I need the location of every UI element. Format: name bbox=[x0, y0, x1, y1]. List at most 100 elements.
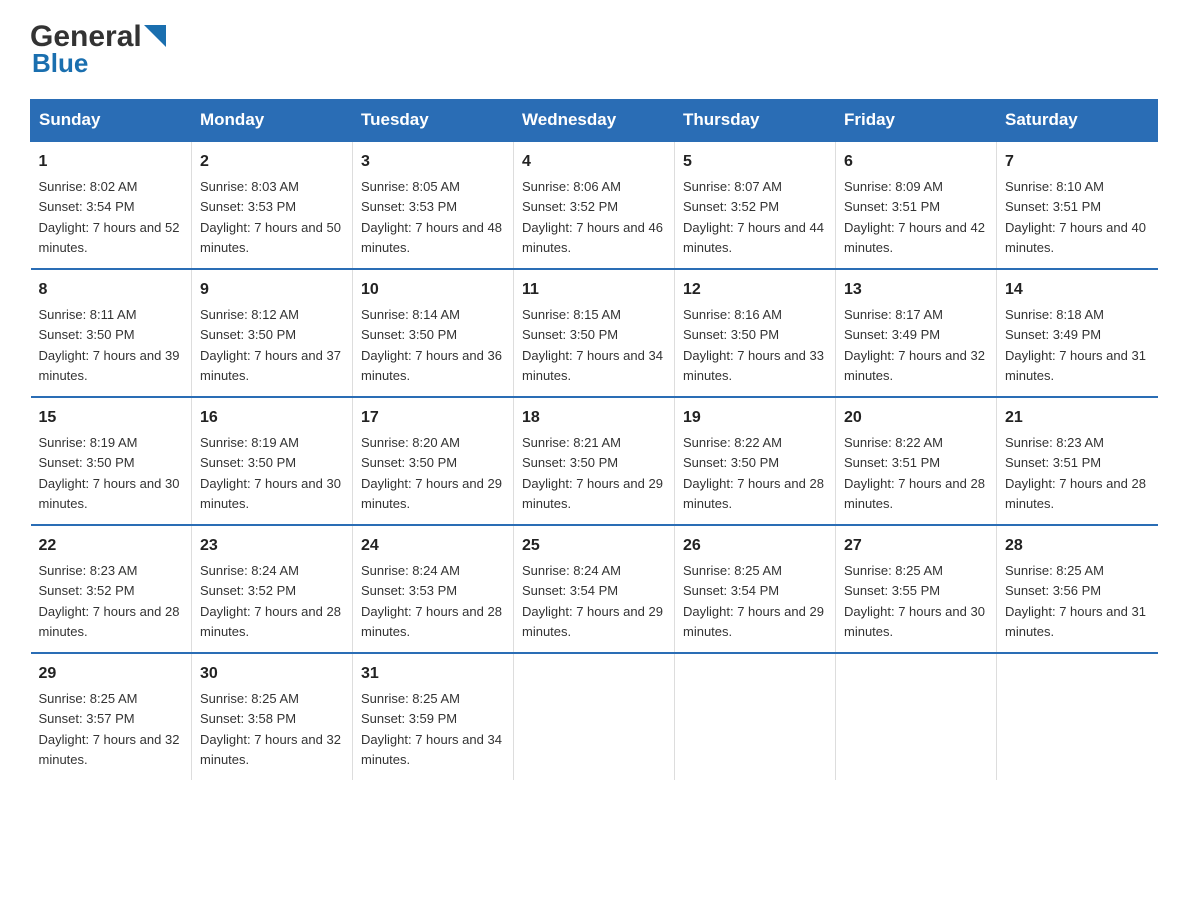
calendar-week-row: 1 Sunrise: 8:02 AMSunset: 3:54 PMDaylight… bbox=[31, 141, 1158, 269]
calendar-cell: 14Sunrise: 8:18 AMSunset: 3:49 PMDayligh… bbox=[997, 269, 1158, 397]
day-number: 3 bbox=[361, 150, 505, 174]
day-info: Sunrise: 8:20 AMSunset: 3:50 PMDaylight:… bbox=[361, 435, 502, 511]
day-number: 5 bbox=[683, 150, 827, 174]
day-number: 12 bbox=[683, 278, 827, 302]
header-sunday: Sunday bbox=[31, 100, 192, 142]
day-info: Sunrise: 8:06 AMSunset: 3:52 PMDaylight:… bbox=[522, 179, 663, 255]
day-info: Sunrise: 8:14 AMSunset: 3:50 PMDaylight:… bbox=[361, 307, 502, 383]
calendar-cell: 17Sunrise: 8:20 AMSunset: 3:50 PMDayligh… bbox=[353, 397, 514, 525]
calendar-cell: 9 Sunrise: 8:12 AMSunset: 3:50 PMDaylight… bbox=[192, 269, 353, 397]
day-number: 25 bbox=[522, 534, 666, 558]
calendar-cell: 31 Sunrise: 8:25 AMSunset: 3:59 PMDayligh… bbox=[353, 653, 514, 780]
calendar-cell: 28 Sunrise: 8:25 AMSunset: 3:56 PMDayligh… bbox=[997, 525, 1158, 653]
logo-blue: Blue bbox=[32, 48, 88, 79]
day-number: 26 bbox=[683, 534, 827, 558]
calendar-cell: 10 Sunrise: 8:14 AMSunset: 3:50 PMDayligh… bbox=[353, 269, 514, 397]
calendar-cell: 13Sunrise: 8:17 AMSunset: 3:49 PMDayligh… bbox=[836, 269, 997, 397]
calendar-table: SundayMondayTuesdayWednesdayThursdayFrid… bbox=[30, 99, 1158, 780]
page-header: General Blue bbox=[30, 20, 1158, 79]
day-number: 28 bbox=[1005, 534, 1150, 558]
day-info: Sunrise: 8:22 AMSunset: 3:50 PMDaylight:… bbox=[683, 435, 824, 511]
day-number: 2 bbox=[200, 150, 344, 174]
calendar-cell: 23Sunrise: 8:24 AMSunset: 3:52 PMDayligh… bbox=[192, 525, 353, 653]
day-info: Sunrise: 8:12 AMSunset: 3:50 PMDaylight:… bbox=[200, 307, 341, 383]
day-info: Sunrise: 8:11 AMSunset: 3:50 PMDaylight:… bbox=[39, 307, 180, 383]
calendar-cell: 16 Sunrise: 8:19 AMSunset: 3:50 PMDayligh… bbox=[192, 397, 353, 525]
day-number: 20 bbox=[844, 406, 988, 430]
calendar-cell: 19 Sunrise: 8:22 AMSunset: 3:50 PMDayligh… bbox=[675, 397, 836, 525]
day-number: 30 bbox=[200, 662, 344, 686]
calendar-cell: 8 Sunrise: 8:11 AMSunset: 3:50 PMDaylight… bbox=[31, 269, 192, 397]
day-info: Sunrise: 8:25 AMSunset: 3:57 PMDaylight:… bbox=[39, 691, 180, 767]
day-number: 18 bbox=[522, 406, 666, 430]
calendar-cell: 3 Sunrise: 8:05 AMSunset: 3:53 PMDaylight… bbox=[353, 141, 514, 269]
logo-triangle-icon bbox=[144, 25, 166, 47]
calendar-week-row: 8 Sunrise: 8:11 AMSunset: 3:50 PMDaylight… bbox=[31, 269, 1158, 397]
header-monday: Monday bbox=[192, 100, 353, 142]
header-saturday: Saturday bbox=[997, 100, 1158, 142]
day-number: 9 bbox=[200, 278, 344, 302]
day-info: Sunrise: 8:23 AMSunset: 3:51 PMDaylight:… bbox=[1005, 435, 1146, 511]
header-friday: Friday bbox=[836, 100, 997, 142]
calendar-cell: 21 Sunrise: 8:23 AMSunset: 3:51 PMDayligh… bbox=[997, 397, 1158, 525]
day-number: 16 bbox=[200, 406, 344, 430]
calendar-cell bbox=[836, 653, 997, 780]
day-info: Sunrise: 8:16 AMSunset: 3:50 PMDaylight:… bbox=[683, 307, 824, 383]
header-tuesday: Tuesday bbox=[353, 100, 514, 142]
day-number: 24 bbox=[361, 534, 505, 558]
calendar-cell: 22 Sunrise: 8:23 AMSunset: 3:52 PMDayligh… bbox=[31, 525, 192, 653]
calendar-week-row: 22 Sunrise: 8:23 AMSunset: 3:52 PMDayligh… bbox=[31, 525, 1158, 653]
day-info: Sunrise: 8:02 AMSunset: 3:54 PMDaylight:… bbox=[39, 179, 180, 255]
day-number: 29 bbox=[39, 662, 184, 686]
calendar-week-row: 15 Sunrise: 8:19 AMSunset: 3:50 PMDayligh… bbox=[31, 397, 1158, 525]
day-number: 1 bbox=[39, 150, 184, 174]
calendar-cell: 11Sunrise: 8:15 AMSunset: 3:50 PMDayligh… bbox=[514, 269, 675, 397]
day-info: Sunrise: 8:19 AMSunset: 3:50 PMDaylight:… bbox=[200, 435, 341, 511]
day-number: 6 bbox=[844, 150, 988, 174]
calendar-cell: 12 Sunrise: 8:16 AMSunset: 3:50 PMDayligh… bbox=[675, 269, 836, 397]
day-info: Sunrise: 8:24 AMSunset: 3:53 PMDaylight:… bbox=[361, 563, 502, 639]
calendar-cell: 1 Sunrise: 8:02 AMSunset: 3:54 PMDaylight… bbox=[31, 141, 192, 269]
day-info: Sunrise: 8:24 AMSunset: 3:52 PMDaylight:… bbox=[200, 563, 341, 639]
day-info: Sunrise: 8:07 AMSunset: 3:52 PMDaylight:… bbox=[683, 179, 824, 255]
day-info: Sunrise: 8:25 AMSunset: 3:56 PMDaylight:… bbox=[1005, 563, 1146, 639]
calendar-week-row: 29 Sunrise: 8:25 AMSunset: 3:57 PMDayligh… bbox=[31, 653, 1158, 780]
day-info: Sunrise: 8:25 AMSunset: 3:55 PMDaylight:… bbox=[844, 563, 985, 639]
day-number: 4 bbox=[522, 150, 666, 174]
day-number: 8 bbox=[39, 278, 184, 302]
day-info: Sunrise: 8:24 AMSunset: 3:54 PMDaylight:… bbox=[522, 563, 663, 639]
day-info: Sunrise: 8:25 AMSunset: 3:58 PMDaylight:… bbox=[200, 691, 341, 767]
day-info: Sunrise: 8:25 AMSunset: 3:59 PMDaylight:… bbox=[361, 691, 502, 767]
calendar-cell: 2Sunrise: 8:03 AMSunset: 3:53 PMDaylight… bbox=[192, 141, 353, 269]
calendar-cell: 7Sunrise: 8:10 AMSunset: 3:51 PMDaylight… bbox=[997, 141, 1158, 269]
day-info: Sunrise: 8:05 AMSunset: 3:53 PMDaylight:… bbox=[361, 179, 502, 255]
day-info: Sunrise: 8:25 AMSunset: 3:54 PMDaylight:… bbox=[683, 563, 824, 639]
day-number: 27 bbox=[844, 534, 988, 558]
calendar-cell: 29 Sunrise: 8:25 AMSunset: 3:57 PMDayligh… bbox=[31, 653, 192, 780]
calendar-cell: 25 Sunrise: 8:24 AMSunset: 3:54 PMDayligh… bbox=[514, 525, 675, 653]
day-number: 15 bbox=[39, 406, 184, 430]
day-number: 13 bbox=[844, 278, 988, 302]
calendar-cell bbox=[675, 653, 836, 780]
header-wednesday: Wednesday bbox=[514, 100, 675, 142]
day-number: 19 bbox=[683, 406, 827, 430]
calendar-cell: 18Sunrise: 8:21 AMSunset: 3:50 PMDayligh… bbox=[514, 397, 675, 525]
calendar-cell bbox=[514, 653, 675, 780]
calendar-cell: 26 Sunrise: 8:25 AMSunset: 3:54 PMDayligh… bbox=[675, 525, 836, 653]
day-number: 14 bbox=[1005, 278, 1150, 302]
calendar-cell: 4 Sunrise: 8:06 AMSunset: 3:52 PMDaylight… bbox=[514, 141, 675, 269]
day-number: 21 bbox=[1005, 406, 1150, 430]
calendar-cell: 24 Sunrise: 8:24 AMSunset: 3:53 PMDayligh… bbox=[353, 525, 514, 653]
day-info: Sunrise: 8:10 AMSunset: 3:51 PMDaylight:… bbox=[1005, 179, 1146, 255]
calendar-cell: 5 Sunrise: 8:07 AMSunset: 3:52 PMDaylight… bbox=[675, 141, 836, 269]
header-thursday: Thursday bbox=[675, 100, 836, 142]
day-info: Sunrise: 8:23 AMSunset: 3:52 PMDaylight:… bbox=[39, 563, 180, 639]
calendar-cell: 15 Sunrise: 8:19 AMSunset: 3:50 PMDayligh… bbox=[31, 397, 192, 525]
day-number: 22 bbox=[39, 534, 184, 558]
day-info: Sunrise: 8:19 AMSunset: 3:50 PMDaylight:… bbox=[39, 435, 180, 511]
day-number: 10 bbox=[361, 278, 505, 302]
day-number: 31 bbox=[361, 662, 505, 686]
day-info: Sunrise: 8:09 AMSunset: 3:51 PMDaylight:… bbox=[844, 179, 985, 255]
calendar-header-row: SundayMondayTuesdayWednesdayThursdayFrid… bbox=[31, 100, 1158, 142]
calendar-cell: 20Sunrise: 8:22 AMSunset: 3:51 PMDayligh… bbox=[836, 397, 997, 525]
